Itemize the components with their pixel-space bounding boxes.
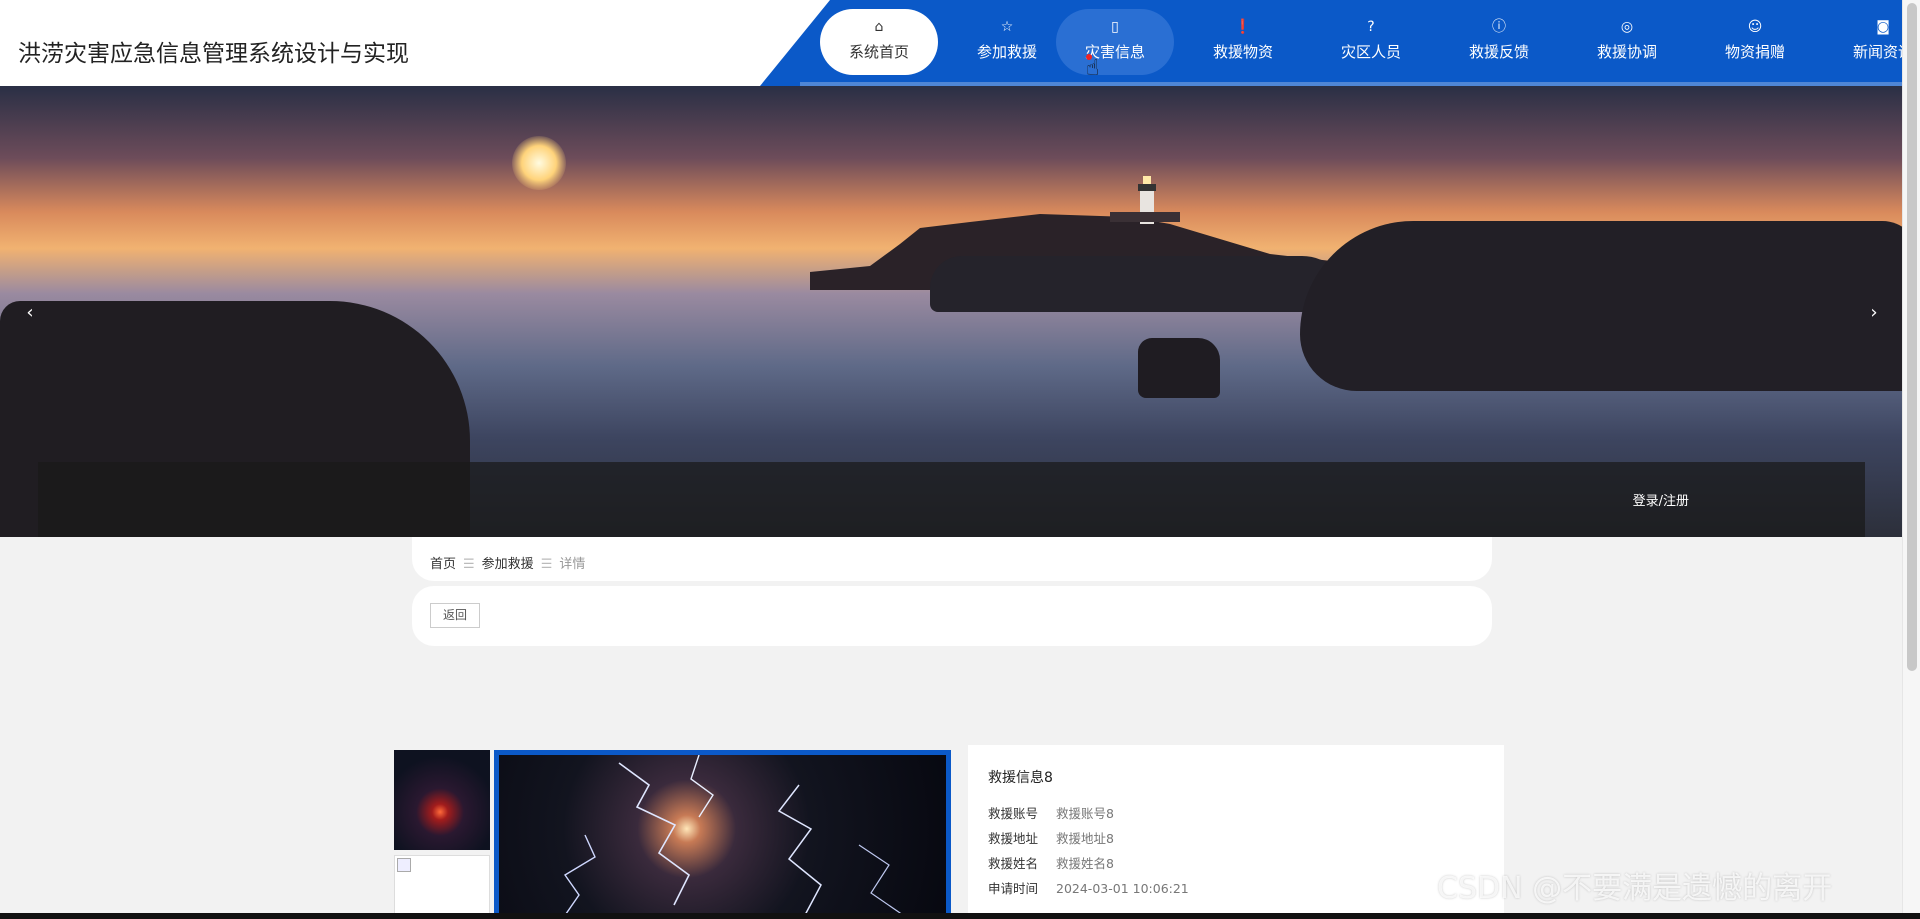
nav-item-donation[interactable]: ☺ 物资捐赠 (1696, 9, 1814, 75)
nav-item-disaster-info[interactable]: ▯ 灾害信息 (1056, 9, 1174, 75)
star-icon: ☆ (1000, 19, 1014, 35)
field-label: 申请时间 (988, 881, 1039, 896)
detail-row: 救援账号 救援账号8 (988, 803, 1189, 828)
action-bar: 返回 (412, 586, 1492, 646)
help-icon: ? (1367, 19, 1375, 35)
banner-carousel[interactable]: ‹ › 登录/注册 (0, 86, 1902, 537)
nav-item-home[interactable]: ⌂ 系统首页 (820, 9, 938, 75)
nav-item-affected-people[interactable]: ? 灾区人员 (1312, 9, 1430, 75)
broken-image-icon (397, 858, 411, 872)
alert-icon: ❗ (1234, 19, 1252, 35)
vertical-scrollbar[interactable] (1902, 0, 1920, 913)
scrollbar-thumb[interactable] (1907, 3, 1917, 671)
nav-label: 救援物资 (1212, 43, 1273, 61)
rock (930, 256, 1350, 312)
cursor-indicator (1086, 54, 1092, 60)
detail-card: 救援信息8 救援账号 救援账号8 救援地址 救援地址8 救援姓名 救援姓名8 申请时间… (968, 745, 1504, 919)
detail-row: 救援地址 救援地址8 (988, 828, 1189, 853)
nav-label: 物资捐赠 (1724, 43, 1785, 61)
banner-overlay-bar: 登录/注册 (38, 462, 1865, 537)
sun-glow (512, 136, 566, 190)
field-label: 救援姓名 (988, 856, 1039, 871)
detail-title: 救援信息8 (988, 770, 1053, 786)
field-value: 救援地址8 (1056, 831, 1114, 846)
breadcrumb-separator-icon: ☰ (463, 557, 475, 572)
breadcrumb-container: 首页 ☰ 参加救援 ☰ 详情 (412, 537, 1492, 581)
info-icon: ⓘ (1492, 19, 1506, 35)
nav-label: 参加救援 (976, 43, 1037, 61)
camera-icon: ◙ (1876, 19, 1890, 35)
bag-icon: ▯ (1111, 19, 1119, 35)
carousel-prev-icon[interactable]: ‹ (18, 302, 42, 332)
nav-label: 系统首页 (848, 43, 909, 61)
login-register-link[interactable]: 登录/注册 (1633, 490, 1689, 509)
rock (1300, 221, 1902, 391)
detail-fields: 救援账号 救援账号8 救援地址 救援地址8 救援姓名 救援姓名8 申请时间 2024-0… (988, 803, 1189, 903)
field-label: 救援地址 (988, 831, 1039, 846)
lightning-image (561, 755, 904, 919)
bottom-edge (0, 913, 1920, 919)
field-label: 救援账号 (988, 806, 1039, 821)
nav-item-rescue-supplies[interactable]: ❗ 救援物资 (1184, 9, 1302, 75)
breadcrumb-home[interactable]: 首页 (430, 557, 456, 572)
nav-label: 救援反馈 (1468, 43, 1529, 61)
detail-row: 申请时间 2024-03-01 10:06:21 (988, 878, 1189, 903)
breadcrumb-separator-icon: ☰ (540, 557, 553, 572)
rock (1138, 338, 1220, 398)
breadcrumb-current: 详情 (559, 557, 586, 572)
nav-label: 灾区人员 (1340, 43, 1401, 61)
nav-item-news[interactable]: ◙ 新闻资讯 (1824, 9, 1902, 75)
nav-item-join-rescue[interactable]: ☆ 参加救援 (948, 9, 1066, 75)
thumbnail-list (394, 750, 490, 919)
check-circle-icon: ☺ (1747, 19, 1763, 35)
home-icon: ⌂ (874, 19, 884, 35)
nav-label: 新闻资讯 (1852, 43, 1902, 61)
site-title: 洪涝灾害应急信息管理系统设计与实现 (18, 41, 409, 67)
main-photo-lightning (494, 750, 951, 919)
nav-item-rescue-feedback[interactable]: ⓘ 救援反馈 (1440, 9, 1558, 75)
thumbnail-broken-image[interactable] (394, 855, 490, 919)
detail-row: 救援姓名 救援姓名8 (988, 853, 1189, 878)
breadcrumb: 首页 ☰ 参加救援 ☰ 详情 (430, 553, 585, 572)
back-button[interactable]: 返回 (430, 603, 480, 628)
field-value: 2024-03-01 10:06:21 (1056, 881, 1189, 896)
nav-item-rescue-coordination[interactable]: ◎ 救援协调 (1568, 9, 1686, 75)
nav-label: 灾害信息 (1084, 43, 1145, 61)
field-value: 救援姓名8 (1056, 856, 1114, 871)
field-value: 救援账号8 (1056, 806, 1114, 821)
nav-label: 救援协调 (1596, 43, 1657, 61)
sync-icon: ◎ (1620, 19, 1634, 35)
main-nav: ⌂ 系统首页 ☆ 参加救援 ▯ 灾害信息 ❗ 救援物资 ? 灾区人员 ⓘ 救援反… (820, 9, 1902, 75)
carousel-next-icon[interactable]: › (1862, 302, 1886, 332)
thumbnail-lightning[interactable] (394, 750, 490, 850)
breadcrumb-section[interactable]: 参加救援 (482, 557, 534, 572)
